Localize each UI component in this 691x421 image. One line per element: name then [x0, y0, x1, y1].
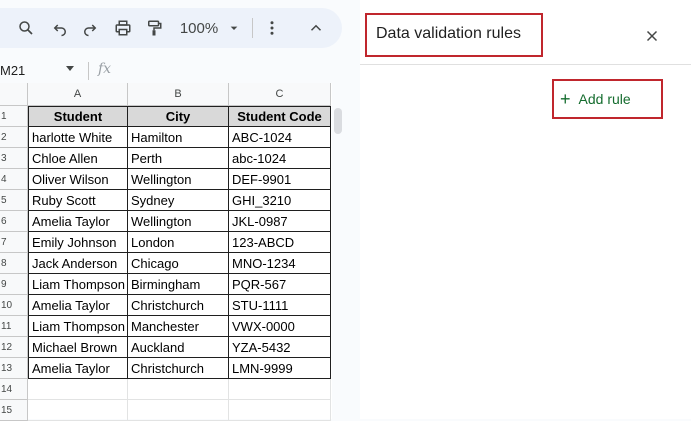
table-cell[interactable]: Wellington [128, 169, 229, 190]
table-cell[interactable]: abc-1024 [229, 148, 331, 169]
table-cell[interactable]: Perth [128, 148, 229, 169]
table-cell[interactable]: Auckland [128, 337, 229, 358]
table-cell[interactable]: London [128, 232, 229, 253]
table-cell[interactable]: DEF-9901 [229, 169, 331, 190]
chevron-up-icon[interactable] [304, 8, 328, 48]
add-rule-label: Add rule [578, 91, 631, 107]
table-cell[interactable]: GHI_3210 [229, 190, 331, 211]
table-cell[interactable]: YZA-5432 [229, 337, 331, 358]
table-cell[interactable]: Manchester [128, 316, 229, 337]
more-vert-icon[interactable] [262, 8, 282, 48]
empty-cell[interactable] [128, 400, 229, 421]
row-header[interactable]: 8 [0, 253, 28, 274]
empty-cell[interactable] [229, 400, 331, 421]
toolbar: 100% [0, 8, 342, 48]
redo-icon[interactable] [78, 8, 102, 48]
chevron-down-icon[interactable] [66, 66, 74, 71]
column-header-b[interactable]: B [128, 83, 229, 106]
table-cell[interactable]: Michael Brown [28, 337, 128, 358]
table-cell[interactable]: LMN-9999 [229, 358, 331, 379]
table-cell[interactable]: Oliver Wilson [28, 169, 128, 190]
row-header[interactable]: 2 [0, 127, 28, 148]
row-header[interactable]: 14 [0, 379, 28, 400]
row-header[interactable]: 13 [0, 358, 28, 379]
header-cell[interactable]: Student [28, 106, 128, 127]
search-icon[interactable] [14, 8, 38, 48]
undo-icon[interactable] [48, 8, 72, 48]
header-cell[interactable]: Student Code [229, 106, 331, 127]
column-header-c[interactable]: C [229, 83, 331, 106]
close-icon[interactable] [642, 26, 662, 46]
empty-cell[interactable] [28, 400, 128, 421]
table-cell[interactable]: Liam Thompson [28, 316, 128, 337]
add-rule-button[interactable]: + Add rule [560, 84, 631, 114]
table-cell[interactable]: Birmingham [128, 274, 229, 295]
table-cell[interactable]: Liam Thompson [28, 274, 128, 295]
row-header[interactable]: 7 [0, 232, 28, 253]
fx-icon: fx [98, 61, 112, 77]
paint-format-icon[interactable] [142, 8, 166, 48]
table-cell[interactable]: PQR-567 [229, 274, 331, 295]
row-header[interactable]: 12 [0, 337, 28, 358]
table-cell[interactable]: Jack Anderson [28, 253, 128, 274]
panel-title: Data validation rules [376, 25, 521, 42]
name-box-value: M21 [0, 62, 26, 78]
row-header[interactable]: 11 [0, 316, 28, 337]
table-cell[interactable]: Amelia Taylor [28, 211, 128, 232]
data-validation-panel: Data validation rules + Add rule [360, 0, 691, 419]
table-cell[interactable]: Chicago [128, 253, 229, 274]
name-box[interactable]: M21 [0, 60, 80, 80]
plus-icon: + [560, 89, 571, 109]
table-cell[interactable]: Sydney [128, 190, 229, 211]
table-cell[interactable]: Ruby Scott [28, 190, 128, 211]
table-cell[interactable]: Hamilton [128, 127, 229, 148]
empty-cell[interactable] [28, 379, 128, 400]
empty-cell[interactable] [229, 379, 331, 400]
row-header[interactable]: 3 [0, 148, 28, 169]
row-header[interactable]: 15 [0, 400, 28, 421]
header-cell[interactable]: City [128, 106, 229, 127]
column-header-a[interactable]: A [28, 83, 128, 106]
table-cell[interactable]: STU-1111 [229, 295, 331, 316]
zoom-value: 100% [179, 19, 219, 37]
table-cell[interactable]: Christchurch [128, 358, 229, 379]
table-cell[interactable]: Emily Johnson [28, 232, 128, 253]
table-cell[interactable]: Christchurch [128, 295, 229, 316]
row-header[interactable]: 4 [0, 169, 28, 190]
zoom-select[interactable]: 100% [176, 8, 222, 48]
table-cell[interactable]: ABC-1024 [229, 127, 331, 148]
table-cell[interactable]: JKL-0987 [229, 211, 331, 232]
toolbar-divider [252, 18, 253, 38]
chevron-down-icon[interactable] [226, 8, 242, 48]
table-cell[interactable]: Chloe Allen [28, 148, 128, 169]
row-header[interactable]: 1 [0, 106, 28, 127]
formula-bar-divider [88, 62, 89, 80]
panel-divider [360, 64, 691, 65]
table-cell[interactable]: Amelia Taylor [28, 295, 128, 316]
table-cell[interactable]: Amelia Taylor [28, 358, 128, 379]
table-cell[interactable]: VWX-0000 [229, 316, 331, 337]
empty-cell[interactable] [128, 379, 229, 400]
vertical-scrollbar[interactable] [334, 108, 342, 134]
row-header[interactable]: 9 [0, 274, 28, 295]
select-all-corner[interactable] [0, 83, 28, 106]
table-cell[interactable]: MNO-1234 [229, 253, 331, 274]
print-icon[interactable] [111, 8, 135, 48]
row-header[interactable]: 6 [0, 211, 28, 232]
table-cell[interactable]: Wellington [128, 211, 229, 232]
table-cell[interactable]: 123-ABCD [229, 232, 331, 253]
spreadsheet-grid[interactable]: A B C 1 2 3 4 5 6 7 8 9 10 11 12 13 14 15 Student City Stude… [0, 83, 332, 421]
row-header[interactable]: 10 [0, 295, 28, 316]
row-header[interactable]: 5 [0, 190, 28, 211]
table-cell[interactable]: harlotte White [28, 127, 128, 148]
